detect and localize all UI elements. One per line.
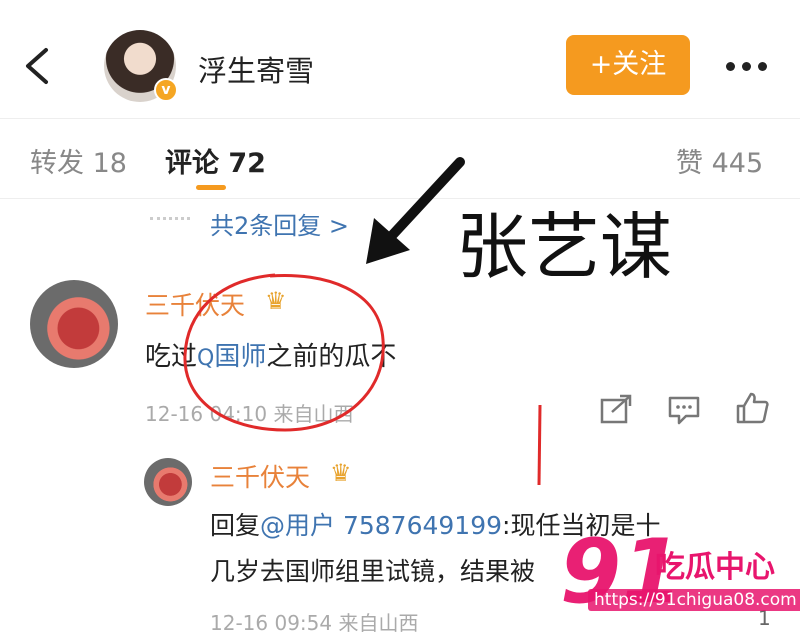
like-icon[interactable]: [734, 392, 770, 424]
annotation-arrow-icon: [366, 157, 465, 264]
more-dots-icon[interactable]: [722, 48, 772, 84]
crown-badge-icon: ♛: [330, 459, 352, 487]
verified-badge-icon: v: [154, 78, 178, 102]
watermark-brand: 吃瓜中心: [655, 550, 775, 585]
reply-text-line-2: 几岁去国师组里试镜，结果被: [210, 557, 536, 586]
reply-prefix: 回复: [210, 511, 261, 540]
reply-username[interactable]: 三千伏天: [210, 458, 310, 494]
top-nav-bar: v 浮生寄雪 +关注: [0, 0, 800, 118]
mention-link[interactable]: @用户 7587649199: [260, 511, 502, 540]
share-icon[interactable]: [598, 394, 634, 426]
active-tab-indicator: [196, 185, 226, 190]
watermark-url: https://91chigua08.com: [588, 589, 800, 611]
reply-avatar[interactable]: [144, 458, 192, 506]
tab-reposts[interactable]: 转发 18: [30, 141, 127, 180]
comment-icon[interactable]: [666, 394, 702, 426]
tab-comments[interactable]: 评论 72: [165, 141, 266, 180]
commenter-avatar[interactable]: [30, 280, 118, 368]
reply-meta: 12-16 09:54 来自山西: [210, 607, 418, 634]
author-name[interactable]: 浮生寄雪: [198, 48, 314, 90]
annotation-circle: [183, 273, 385, 432]
follow-button[interactable]: +关注: [566, 35, 690, 95]
more-replies-link[interactable]: 共2条回复 >: [210, 206, 349, 241]
chevron-left-icon[interactable]: [18, 44, 58, 88]
thread-dots: [150, 217, 190, 221]
annotation-name-text: 张艺谋: [456, 205, 673, 289]
annotation-line: [537, 405, 542, 485]
tab-likes[interactable]: 赞 445: [676, 141, 763, 180]
reply-source: 来自山西: [338, 611, 419, 634]
reply-time: 12-16 09:54: [210, 611, 333, 634]
